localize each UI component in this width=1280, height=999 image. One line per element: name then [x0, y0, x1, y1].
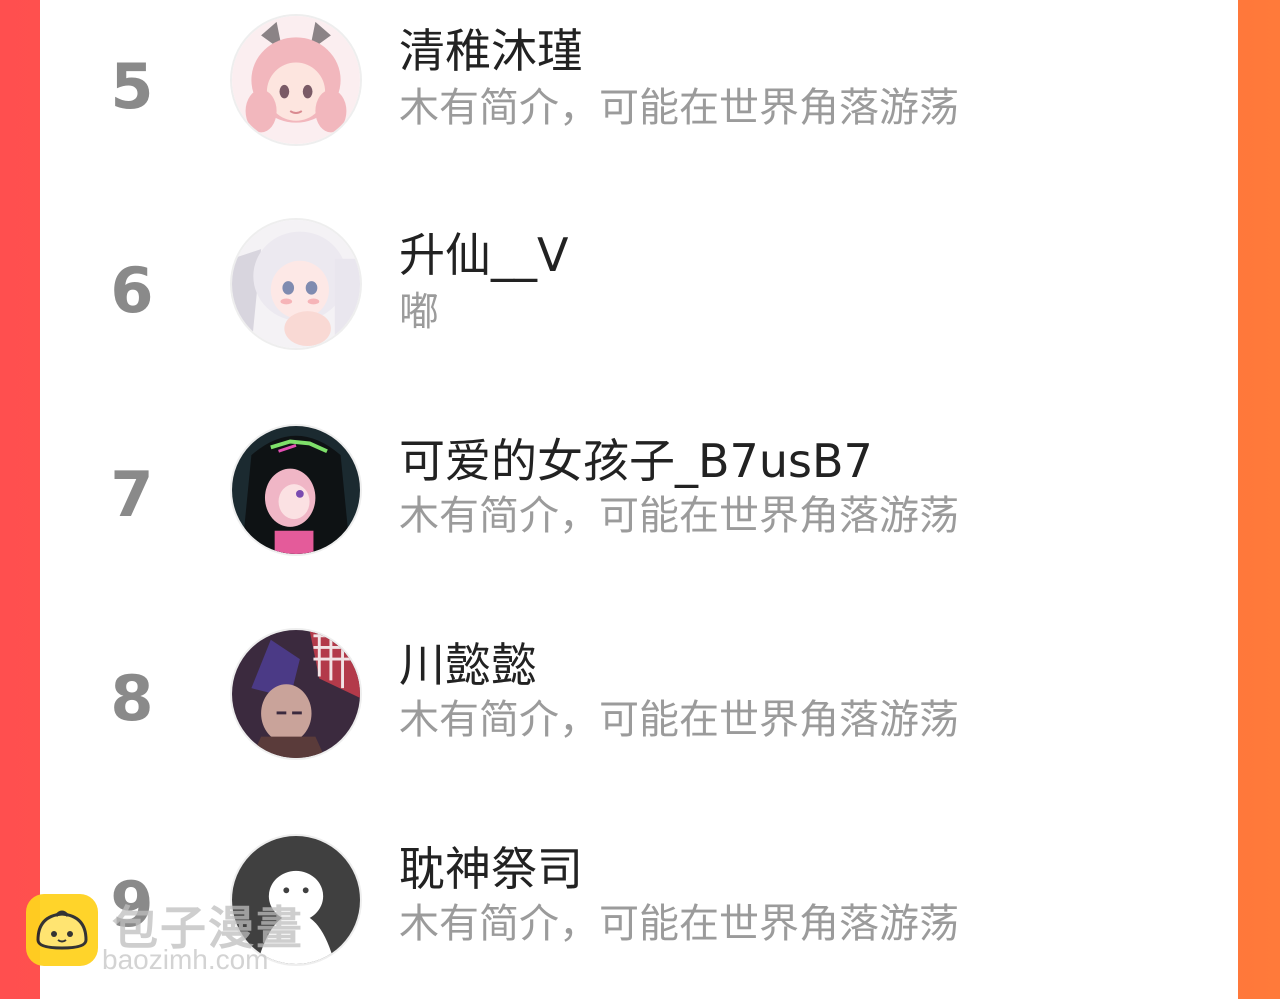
list-item[interactable]: 9 耽神祭司 木有简介，可能在世界角落游荡: [40, 832, 1238, 992]
list-item[interactable]: 6 升仙__V 嘟: [40, 218, 1238, 378]
game-character-helmet-avatar: [232, 630, 360, 758]
user-bio: 木有简介，可能在世界角落游荡: [399, 901, 959, 947]
anime-girl-pink-hair-avatar: [232, 16, 360, 144]
rank-number: 7: [110, 458, 154, 531]
anime-girl-white-hair-avatar: [232, 220, 360, 348]
user-bio: 木有简介，可能在世界角落游荡: [399, 697, 959, 743]
ranking-page: 5 清稚沐瑾 木有简介，可能在世界角落游荡 6 升仙__V 嘟 7 可爱的女孩子…: [0, 0, 1280, 999]
user-bio: 木有简介，可能在世界角落游荡: [399, 493, 959, 539]
list-item[interactable]: 5 清稚沐瑾 木有简介，可能在世界角落游荡: [40, 12, 1238, 172]
ranking-panel: 5 清稚沐瑾 木有简介，可能在世界角落游荡 6 升仙__V 嘟 7 可爱的女孩子…: [40, 0, 1238, 999]
avatar[interactable]: [230, 14, 362, 146]
user-name[interactable]: 升仙__V: [399, 232, 568, 278]
rank-number: 9: [110, 868, 154, 941]
user-bio: 嘟: [399, 289, 439, 335]
user-name[interactable]: 川懿懿: [399, 642, 537, 688]
rank-number: 8: [110, 662, 154, 735]
anime-girl-hoodie-avatar: [232, 426, 360, 554]
avatar[interactable]: [230, 218, 362, 350]
rank-number: 6: [110, 254, 154, 327]
avatar[interactable]: [230, 628, 362, 760]
avatar[interactable]: [230, 834, 362, 966]
rank-number: 5: [110, 50, 154, 123]
default-ghost-avatar: [232, 836, 360, 964]
list-item[interactable]: 8 川懿懿 木有简介，可能在世界角落游荡: [40, 626, 1238, 786]
user-name[interactable]: 耽神祭司: [399, 846, 583, 892]
user-name[interactable]: 清稚沐瑾: [399, 28, 583, 74]
user-bio: 木有简介，可能在世界角落游荡: [399, 85, 959, 131]
list-item[interactable]: 7 可爱的女孩子_B7usB7 木有简介，可能在世界角落游荡: [40, 422, 1238, 582]
user-name[interactable]: 可爱的女孩子_B7usB7: [399, 438, 873, 484]
avatar[interactable]: [230, 424, 362, 556]
